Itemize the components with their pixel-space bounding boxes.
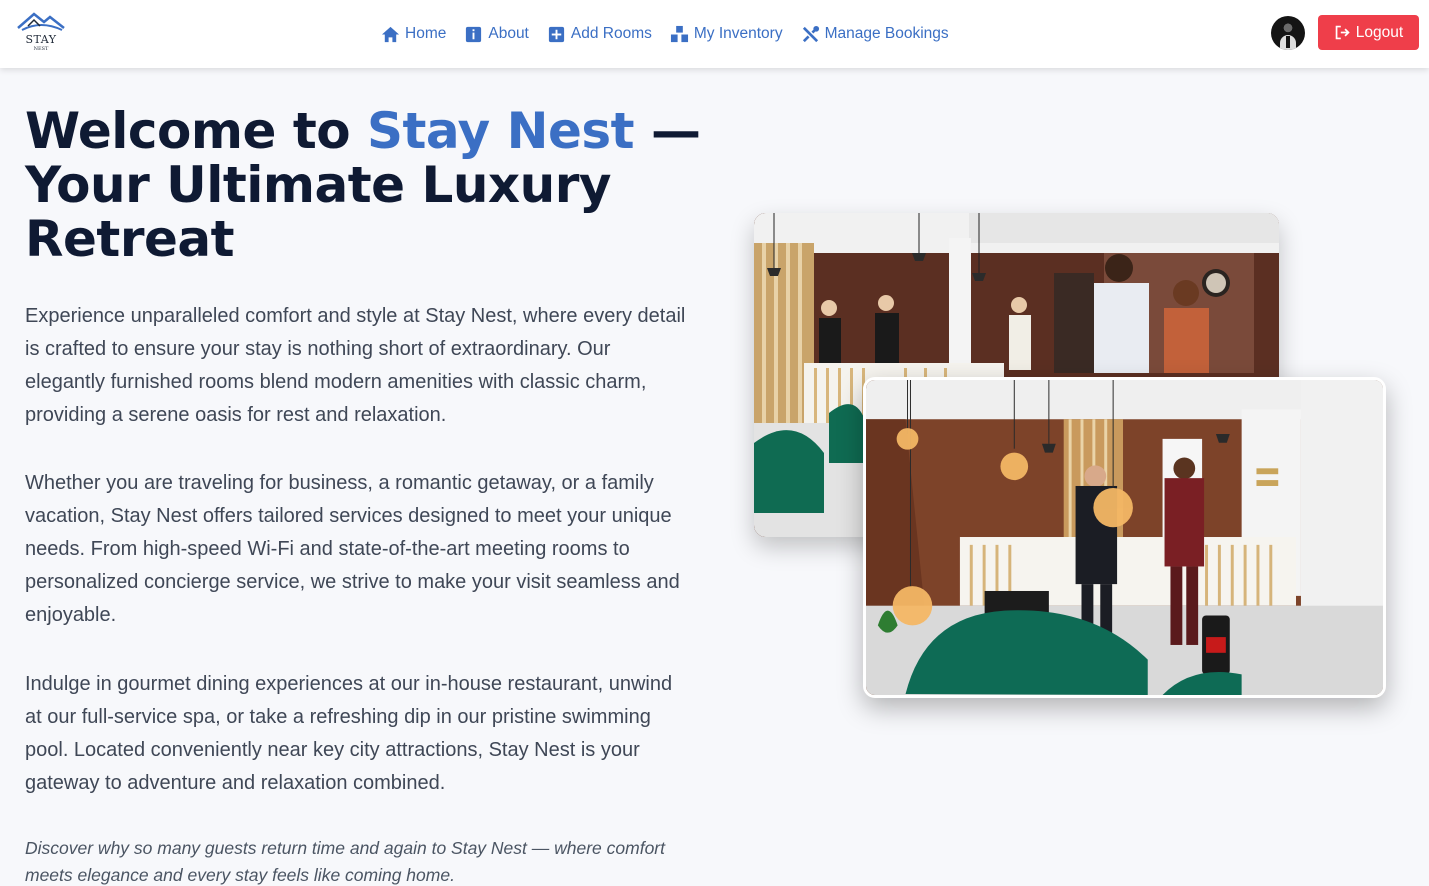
- plus-square-icon: [548, 26, 564, 42]
- logo-line1: STAY: [25, 33, 57, 46]
- hotel-lobby-photo: [863, 377, 1386, 698]
- lobby-illustration: [866, 380, 1383, 695]
- logo-line2: NEST: [33, 46, 49, 52]
- nav-my-inventory-label: My Inventory: [693, 25, 783, 42]
- hero-title-prefix: Welcome to: [25, 102, 367, 160]
- nav-home[interactable]: Home: [381, 25, 446, 44]
- logout-label: Logout: [1355, 23, 1404, 41]
- nav-manage-bookings-label: Manage Bookings: [824, 25, 949, 42]
- hero-title: Welcome to Stay Nest — Your Ultimate Lux…: [25, 104, 715, 266]
- stay-nest-logo[interactable]: STAY NEST: [14, 8, 68, 56]
- hero-paragraph-3: Indulge in gourmet dining experiences at…: [25, 673, 673, 794]
- nav-about-label: About: [488, 25, 529, 42]
- logout-icon: [1335, 25, 1350, 40]
- home-icon: [381, 26, 400, 42]
- nav-about[interactable]: About: [464, 25, 529, 44]
- nav-add-rooms[interactable]: Add Rooms: [547, 25, 652, 44]
- nav-manage-bookings[interactable]: Manage Bookings: [801, 25, 949, 44]
- nav-home-label: Home: [405, 25, 447, 42]
- boxes-icon: [670, 25, 688, 42]
- nav-add-rooms-label: Add Rooms: [570, 25, 652, 42]
- main-nav: Home About Add Rooms My Inventory Manage…: [381, 22, 967, 46]
- roof-logo-icon: [17, 12, 65, 31]
- hero-quote: Discover why so many guests return time …: [25, 838, 665, 885]
- hero-paragraph-2: Whether you are traveling for business, …: [25, 472, 680, 626]
- hero-title-brand: Stay Nest: [367, 102, 635, 160]
- top-navbar: STAY NEST Home About Add Rooms My Invent…: [0, 0, 1429, 68]
- logout-button[interactable]: Logout: [1318, 15, 1419, 50]
- user-avatar[interactable]: [1271, 16, 1305, 50]
- nav-my-inventory[interactable]: My Inventory: [670, 25, 783, 44]
- tools-icon: [802, 25, 819, 42]
- hero-paragraph-1: Experience unparalleled comfort and styl…: [25, 305, 686, 426]
- info-icon: [466, 26, 482, 42]
- avatar-tie: [1286, 36, 1290, 48]
